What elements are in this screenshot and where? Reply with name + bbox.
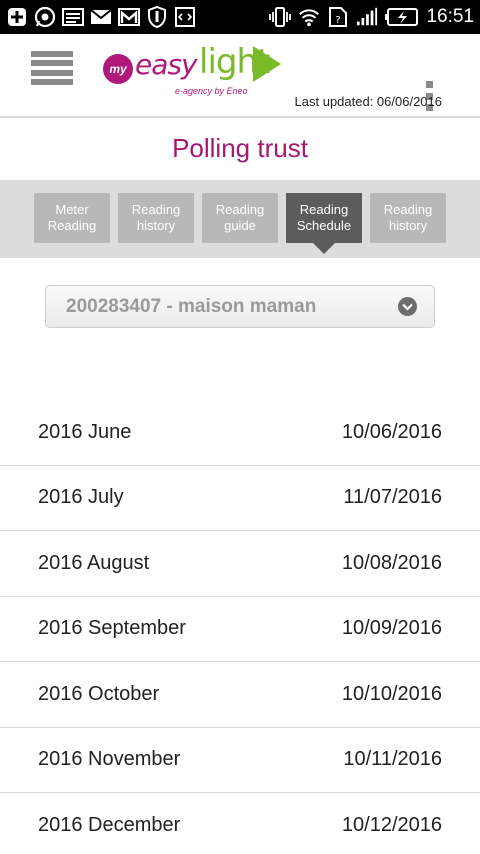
schedule-month: 2016 September — [38, 617, 186, 640]
status-bar: ? 16:51 — [0, 0, 480, 34]
logo-my: my — [103, 54, 133, 84]
schedule-list: 2016 June 10/06/2016 2016 July 11/07/201… — [0, 400, 480, 854]
logo-arrow-icon — [253, 46, 281, 82]
schedule-date: 10/12/2016 — [341, 813, 442, 836]
tab-reading-history-2[interactable]: Reading history — [370, 193, 446, 243]
schedule-month: 2016 August — [38, 551, 150, 574]
last-updated: Last updated: 06/06/2016 — [294, 94, 442, 109]
account-select-value: 200283407 - maison maman — [66, 295, 317, 317]
account-select-wrap: 200283407 - maison maman — [0, 258, 480, 400]
schedule-date: 10/11/2016 — [343, 748, 442, 771]
list-item: 2016 June 10/06/2016 — [0, 400, 480, 466]
logo-tagline: e-agency by Eneo — [175, 86, 248, 96]
tab-reading-schedule[interactable]: Reading Schedule — [286, 193, 362, 254]
sim-icon: ? — [327, 6, 349, 28]
schedule-date: 10/06/2016 — [341, 420, 442, 443]
svg-text:?: ? — [336, 15, 341, 26]
schedule-date: 10/10/2016 — [341, 682, 442, 705]
account-select[interactable]: 200283407 - maison maman — [45, 285, 435, 328]
list-item: 2016 August 10/08/2016 — [0, 531, 480, 597]
hamburger-menu-icon[interactable] — [31, 51, 73, 85]
whatsapp-icon — [34, 6, 56, 28]
vibrate-icon — [269, 6, 292, 28]
status-time: 16:51 — [426, 6, 474, 27]
list-item: 2016 October 10/10/2016 — [0, 662, 480, 728]
app-logo: my easy light e-agency by Eneo — [103, 42, 283, 100]
schedule-date: 11/07/2016 — [343, 486, 442, 509]
schedule-month: 2016 December — [38, 813, 181, 836]
battery-icon — [385, 6, 419, 28]
plus-box-icon — [6, 6, 28, 28]
tab-reading-history[interactable]: Reading history — [118, 193, 194, 243]
schedule-month: 2016 November — [38, 748, 181, 771]
list-item: 2016 November 10/11/2016 — [0, 728, 480, 793]
schedule-date: 10/08/2016 — [341, 551, 442, 574]
schedule-date: 10/09/2016 — [341, 617, 442, 640]
mail-icon — [90, 6, 112, 28]
list-item: 2016 July 11/07/2016 — [0, 466, 480, 531]
list-item: 2016 December 10/12/2016 — [0, 793, 480, 854]
signal-icon — [356, 6, 378, 28]
logo-easy: easy — [135, 48, 198, 81]
app-header: my easy light e-agency by Eneo Last upda… — [0, 34, 480, 118]
schedule-month: 2016 October — [38, 682, 160, 705]
page-title: Polling trust — [172, 133, 308, 163]
chevron-down-icon — [398, 297, 417, 316]
tab-reading-guide[interactable]: Reading guide — [202, 193, 278, 243]
wifi-icon — [298, 6, 320, 28]
shield-icon — [146, 6, 168, 28]
list-item: 2016 September 10/09/2016 — [0, 597, 480, 662]
gmail-icon — [118, 6, 140, 28]
tab-bar: Meter Reading Reading history Reading gu… — [0, 180, 480, 258]
schedule-month: 2016 July — [38, 486, 124, 509]
image-icon — [62, 6, 84, 28]
code-icon — [174, 6, 196, 28]
tab-meter-reading[interactable]: Meter Reading — [34, 193, 110, 243]
schedule-month: 2016 June — [38, 420, 132, 443]
